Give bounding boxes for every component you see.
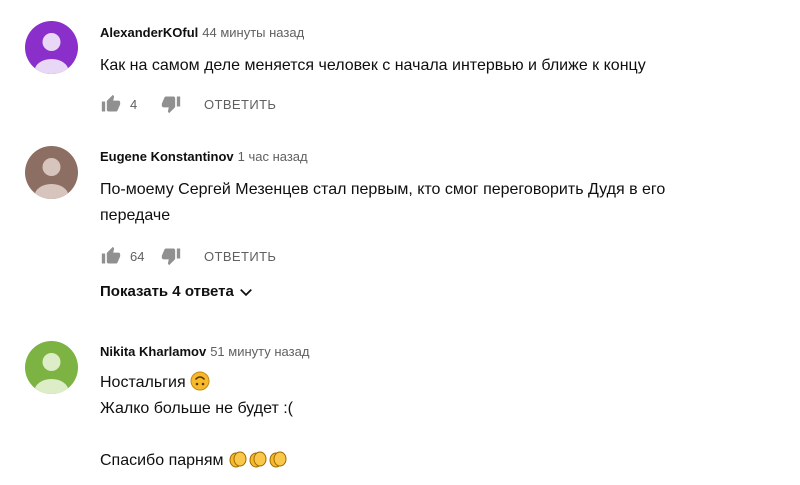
reply-button[interactable]: ОТВЕТИТЬ <box>204 249 276 264</box>
dislike-button[interactable] <box>160 93 182 115</box>
clapping-hands-emojis <box>228 451 288 469</box>
comment-text: Ностальгия <box>100 374 186 391</box>
dislike-button[interactable] <box>160 245 182 267</box>
like-button[interactable] <box>100 93 122 115</box>
comment-author[interactable]: Eugene Konstantinov <box>100 149 234 164</box>
comment-time[interactable]: 1 час назад <box>238 149 308 164</box>
thumbs-up-icon <box>101 94 121 112</box>
comment-text-line: Жалко больше не будет :( <box>100 400 293 417</box>
comment-text-line: Ностальгия <box>100 370 790 396</box>
like-count: 64 <box>130 248 145 264</box>
clapping-hands-icon <box>249 451 267 468</box>
user-avatar-icon <box>25 341 78 394</box>
avatar[interactable] <box>25 21 78 74</box>
clapping-hands-icon <box>269 451 287 468</box>
comment-text-line: Спасибо парням <box>100 448 790 474</box>
clapping-hands-icon <box>229 451 247 468</box>
comment-author[interactable]: Nikita Kharlamov <box>100 344 206 359</box>
reply-button[interactable]: ОТВЕТИТЬ <box>204 97 276 112</box>
avatar[interactable] <box>25 146 78 199</box>
show-replies-button[interactable]: Показать 4 ответа <box>100 283 253 300</box>
user-avatar-icon <box>25 21 78 74</box>
chevron-down-icon <box>239 288 252 296</box>
comment-time[interactable]: 51 минуту назад <box>210 344 309 359</box>
comment-text: Как на самом деле меняется человек с нач… <box>100 57 646 74</box>
comment-text: По-моему Сергей Мезенцев стал первым, кт… <box>100 181 666 224</box>
show-replies-label: Показать 4 ответа <box>100 283 234 300</box>
avatar[interactable] <box>25 341 78 394</box>
thumbs-down-icon <box>161 96 181 114</box>
like-count: 4 <box>130 96 138 112</box>
thumbs-up-icon <box>101 246 121 264</box>
user-avatar-icon <box>25 146 78 199</box>
comment-time[interactable]: 44 минуты назад <box>202 25 304 40</box>
comment-text: Спасибо парням <box>100 452 224 469</box>
thumbs-down-icon <box>161 248 181 266</box>
like-button[interactable] <box>100 245 122 267</box>
comment-author[interactable]: AlexanderKOful <box>100 25 198 40</box>
upside-down-face-icon <box>190 371 210 391</box>
